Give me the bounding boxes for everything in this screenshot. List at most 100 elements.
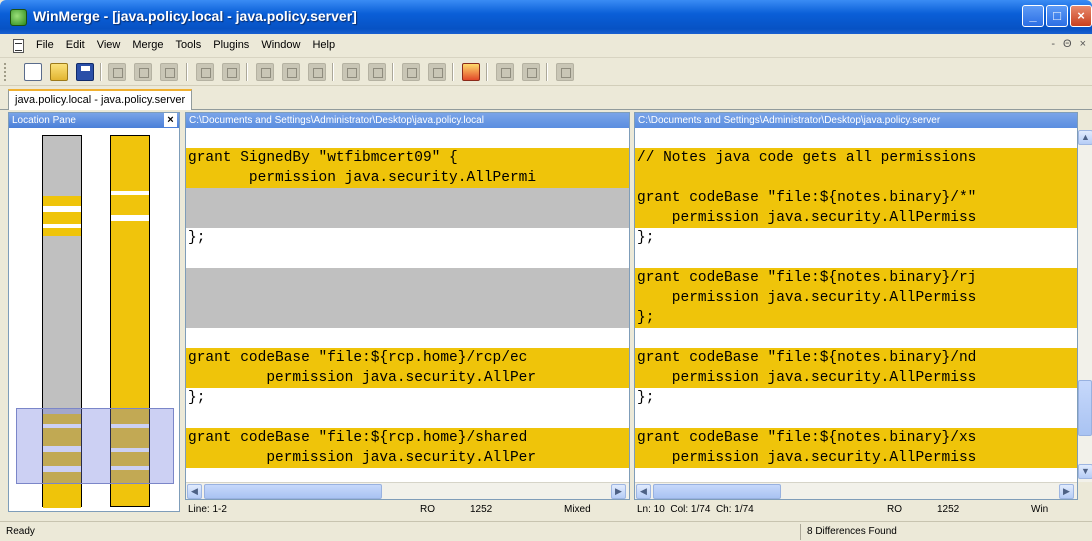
toolbar-separator [546, 63, 548, 81]
scroll-right-icon[interactable]: ▶ [1059, 484, 1074, 499]
left-code-line[interactable] [186, 288, 629, 308]
right-code-line[interactable]: }; [635, 388, 1077, 408]
right-code-line[interactable] [635, 128, 1077, 148]
right-code-text: grant codeBase "file:${notes.binary}/rj [637, 270, 977, 286]
toolbar-separator [100, 63, 102, 81]
merge-icon[interactable] [522, 63, 540, 81]
close-button[interactable]: × [1070, 5, 1092, 27]
winmerge-app-icon[interactable] [10, 9, 27, 26]
left-code-line[interactable] [186, 268, 629, 288]
mdi-close-button[interactable]: × [1080, 38, 1086, 50]
copy-right-icon[interactable] [368, 63, 386, 81]
left-code-text: permission java.security.AllPer [188, 370, 537, 386]
right-code-line[interactable] [635, 328, 1077, 348]
left-code-line[interactable] [186, 128, 629, 148]
right-code-line[interactable]: // Notes java code gets all permissions [635, 148, 1077, 168]
left-diff-pane[interactable]: C:\Documents and Settings\Administrator\… [185, 112, 630, 500]
scroll-left-icon[interactable]: ◀ [187, 484, 202, 499]
copy-left-icon[interactable] [342, 63, 360, 81]
vertical-scrollbar[interactable]: ▲ ▼ [1078, 130, 1092, 482]
open-icon[interactable] [50, 63, 68, 81]
right-code-line[interactable]: grant codeBase "file:${notes.binary}/*" [635, 188, 1077, 208]
undo-icon[interactable] [108, 63, 126, 81]
right-code-text: }; [637, 310, 655, 326]
left-code-line[interactable] [186, 248, 629, 268]
left-code-line[interactable] [186, 328, 629, 348]
minimize-button[interactable]: _ [1022, 5, 1044, 27]
redo-icon[interactable] [134, 63, 152, 81]
left-code-line[interactable] [186, 208, 629, 228]
vertical-scroll-thumb[interactable] [1078, 380, 1092, 436]
right-code-line[interactable]: grant codeBase "file:${notes.binary}/rj [635, 268, 1077, 288]
right-code-text: permission java.security.AllPermiss [637, 370, 977, 386]
right-code-line[interactable]: permission java.security.AllPermiss [635, 288, 1077, 308]
right-code-line[interactable] [635, 408, 1077, 428]
left-code-line[interactable]: grant codeBase "file:${rcp.home}/shared [186, 428, 629, 448]
first-diff-icon[interactable] [196, 63, 214, 81]
menu-merge[interactable]: Merge [132, 39, 163, 51]
refresh-icon[interactable] [496, 63, 514, 81]
toolbar-grip[interactable] [4, 63, 8, 81]
menu-tools[interactable]: Tools [176, 39, 202, 51]
prev-diff-icon[interactable] [222, 63, 240, 81]
menu-edit[interactable]: Edit [66, 39, 85, 51]
location-pane[interactable]: Location Pane × [8, 112, 180, 512]
right-code-line[interactable]: permission java.security.AllPermiss [635, 208, 1077, 228]
left-code-line[interactable]: grant SignedBy "wtfibmcert09" { [186, 148, 629, 168]
menu-help[interactable]: Help [312, 39, 335, 51]
left-code-line[interactable]: }; [186, 228, 629, 248]
scroll-right-icon[interactable]: ▶ [611, 484, 626, 499]
left-code-line[interactable] [186, 308, 629, 328]
left-code-line[interactable]: permission java.security.AllPer [186, 448, 629, 468]
next-diff-icon[interactable] [256, 63, 274, 81]
right-code-line[interactable] [635, 248, 1077, 268]
menu-bar: File Edit View Merge Tools Plugins Windo… [0, 34, 1092, 58]
last-diff-icon[interactable] [282, 63, 300, 81]
mdi-restore-button[interactable]: Θ [1063, 38, 1072, 50]
copy-all-right-icon[interactable] [428, 63, 446, 81]
right-code-line[interactable]: permission java.security.AllPermiss [635, 448, 1077, 468]
right-diff-pane[interactable]: C:\Documents and Settings\Administrator\… [634, 112, 1078, 500]
current-diff-icon[interactable] [308, 63, 326, 81]
sync-icon[interactable] [556, 63, 574, 81]
left-code-line[interactable]: grant codeBase "file:${rcp.home}/rcp/ec [186, 348, 629, 368]
left-horizontal-scroll-thumb[interactable] [204, 484, 382, 499]
location-viewport-indicator[interactable] [16, 408, 174, 484]
right-code-line[interactable]: permission java.security.AllPermiss [635, 368, 1077, 388]
left-code-line[interactable] [186, 188, 629, 208]
left-code-line[interactable]: permission java.security.AllPer [186, 368, 629, 388]
maximize-button[interactable]: □ [1046, 5, 1068, 27]
left-code-line[interactable]: permission java.security.AllPermi [186, 168, 629, 188]
document-tab-strip: java.policy.local - java.policy.server [0, 86, 1092, 110]
right-pane-status: Ln: 10 Col: 1/74 Ch: 1/74 RO 1252 Win [635, 501, 1077, 519]
right-code-line[interactable]: grant codeBase "file:${notes.binary}/xs [635, 428, 1077, 448]
menu-plugins[interactable]: Plugins [213, 39, 249, 51]
right-code-line[interactable] [635, 168, 1077, 188]
new-icon[interactable] [24, 63, 42, 81]
options-icon[interactable] [462, 63, 480, 81]
menu-file[interactable]: File [36, 39, 54, 51]
left-code-line[interactable]: }; [186, 388, 629, 408]
toolbar-separator [486, 63, 488, 81]
right-code-line[interactable]: }; [635, 228, 1077, 248]
close-icon[interactable]: × [164, 113, 177, 127]
right-code-line[interactable]: grant codeBase "file:${notes.binary}/nd [635, 348, 1077, 368]
document-icon[interactable] [13, 39, 24, 53]
copy-all-left-icon[interactable] [402, 63, 420, 81]
scroll-up-icon[interactable]: ▲ [1078, 130, 1092, 145]
scroll-left-icon[interactable]: ◀ [636, 484, 651, 499]
save-icon[interactable] [76, 63, 94, 81]
left-eol-type: Mixed [564, 504, 591, 515]
right-horizontal-scroll-thumb[interactable] [653, 484, 781, 499]
menu-window[interactable]: Window [261, 39, 300, 51]
menu-view[interactable]: View [97, 39, 121, 51]
right-horizontal-scrollbar[interactable]: ◀ ▶ [635, 482, 1077, 499]
scroll-down-icon[interactable]: ▼ [1078, 464, 1092, 479]
tab-java-policy[interactable]: java.policy.local - java.policy.server [8, 89, 193, 110]
toolbar-separator [392, 63, 394, 81]
mdi-minimize-button[interactable]: - [1051, 38, 1055, 50]
left-horizontal-scrollbar[interactable]: ◀ ▶ [186, 482, 629, 499]
right-code-line[interactable]: }; [635, 308, 1077, 328]
select-all-icon[interactable] [160, 63, 178, 81]
left-code-line[interactable] [186, 408, 629, 428]
